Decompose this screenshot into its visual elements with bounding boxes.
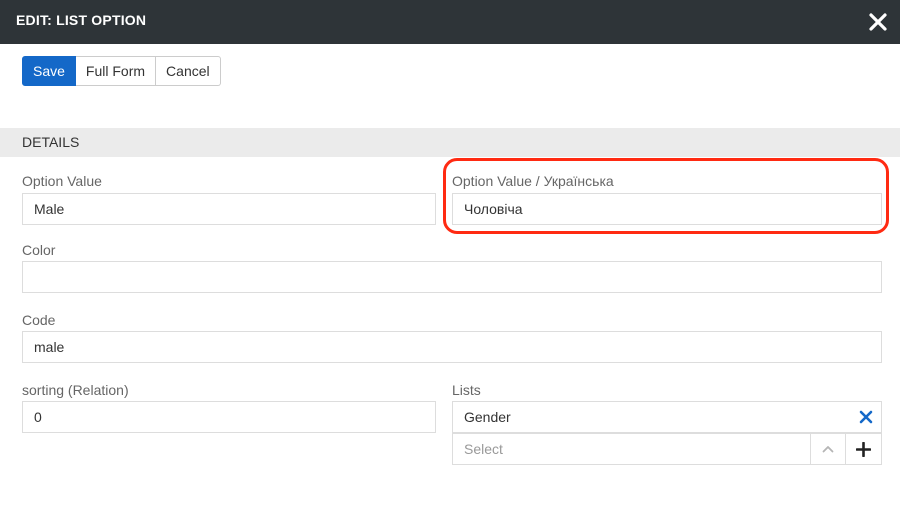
close-button[interactable] [864, 8, 892, 36]
remove-x-icon[interactable] [859, 410, 873, 424]
full-form-button[interactable]: Full Form [75, 56, 157, 86]
option-value-text: Male [34, 201, 65, 217]
code-input[interactable]: male [22, 331, 882, 363]
sorting-label: sorting (Relation) [22, 382, 129, 398]
code-label: Code [22, 312, 56, 328]
form-toolbar: Save Full Form Cancel [22, 56, 221, 86]
plus-icon [856, 441, 871, 457]
list-item-label: Gender [464, 409, 511, 425]
chevron-up-icon [822, 446, 834, 453]
close-icon [869, 13, 887, 31]
section-title: DETAILS [22, 134, 80, 150]
save-button[interactable]: Save [22, 56, 76, 86]
select-toggle[interactable] [810, 434, 845, 464]
sorting-input[interactable]: 0 [22, 401, 436, 433]
cancel-button[interactable]: Cancel [156, 56, 221, 86]
dialog-header: EDIT: LIST OPTION [0, 0, 900, 44]
color-input[interactable] [22, 261, 882, 293]
option-value-uk-input[interactable]: Чоловіча [452, 193, 882, 225]
code-text: male [34, 339, 65, 355]
color-label: Color [22, 242, 56, 258]
lists-label: Lists [452, 382, 481, 398]
add-list-button[interactable] [845, 434, 881, 464]
select-placeholder: Select [464, 441, 503, 457]
lists-select[interactable]: Select [452, 433, 882, 465]
sorting-text: 0 [34, 409, 42, 425]
option-value-uk-label: Option Value / Українська [452, 173, 614, 189]
details-section-header: DETAILS [0, 128, 900, 157]
option-value-uk-text: Чоловіча [464, 201, 523, 217]
dialog-title: EDIT: LIST OPTION [16, 12, 147, 28]
list-item-gender: Gender [452, 401, 882, 433]
option-value-label: Option Value [22, 173, 102, 189]
option-value-input[interactable]: Male [22, 193, 436, 225]
